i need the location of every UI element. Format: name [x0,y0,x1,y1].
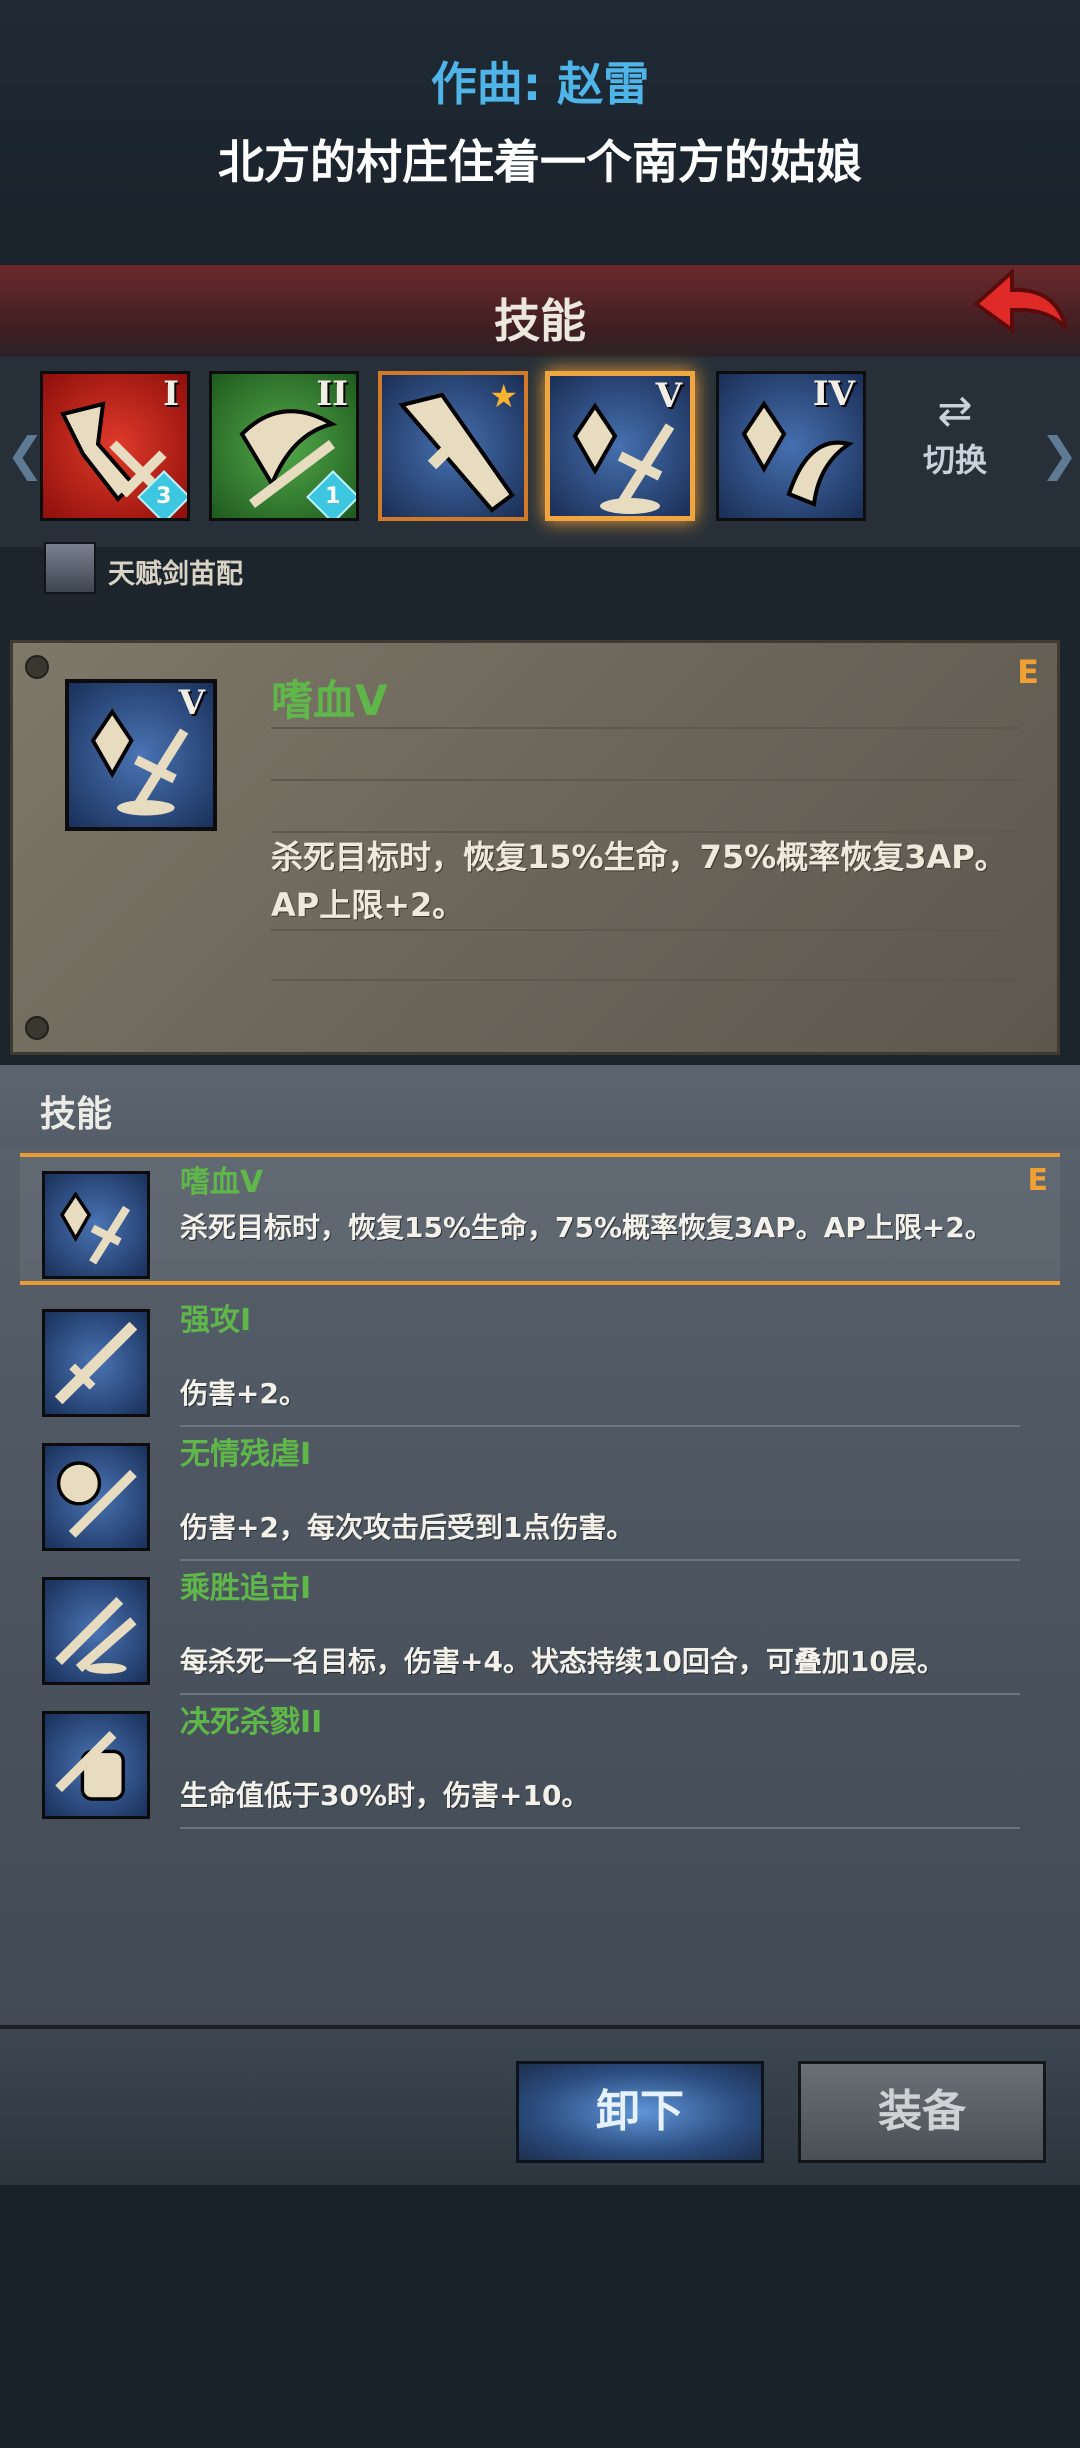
caption-composer: 作曲: 赵雷 [430,57,650,111]
action-bar: 卸下 装备 [0,2025,1080,2189]
equipped-skill-row: ❮ I 3 II 1 ★ V IV ⇄ 切换 ❯ [0,357,1080,547]
crystal-sword-icon [42,1171,150,1279]
detail-skill-name: 嗜血V [271,676,388,725]
skill-list-header: 技能 [0,1065,1080,1147]
detail-description: 杀死目标时，恢复15%生命，75%概率恢复3AP。AP上限+2。 [271,838,1007,924]
slot-roman: V [655,376,682,416]
skill-detail-icon: V [65,679,217,831]
skill-slot-4[interactable]: V [545,371,695,521]
detail-grade: E [1017,653,1039,691]
skill-detail-panel: V 嗜血V E 杀死目标时，恢复15%生命，75%概率恢复3AP。AP上限+2。 [10,640,1060,1055]
caption-lyric: 北方的村庄住着一个南方的姑娘 [218,135,862,189]
detail-roman: V [178,683,205,723]
pin-icon [25,1016,49,1040]
skill-slot-2[interactable]: II 1 [209,371,359,521]
skill-description: 杀死目标时，恢复15%生命，75%概率恢复3AP。AP上限+2。 [180,1211,993,1244]
back-button[interactable] [968,262,1072,346]
skill-slot-1[interactable]: I 3 [40,371,190,521]
bottom-background [0,2185,1080,2448]
divider [271,979,1021,981]
unload-button[interactable]: 卸下 [516,2061,764,2163]
skill-list-title: 技能 [40,1094,113,1135]
skill-description: 生命值低于30%时，伤害+10。 [180,1779,590,1812]
list-item[interactable]: 决死杀戮II 生命值低于30%时，伤害+10。 [20,1697,1060,1829]
list-item[interactable]: 无情残虐I 伤害+2，每次攻击后受到1点伤害。 [20,1429,1060,1561]
skill-grade: E [1027,1163,1049,1198]
skill-name: 无情残虐I [180,1437,312,1472]
list-item[interactable]: 强攻I 伤害+2。 [20,1295,1060,1427]
chevron-left-icon[interactable]: ❮ [6,427,45,481]
divider [180,1693,1020,1695]
list-item[interactable]: 乘胜追击I 每杀死一名目标，伤害+4。状态持续10回合，可叠加10层。 [20,1563,1060,1695]
skill-name: 决死杀戮II [180,1705,323,1740]
chevron-right-icon[interactable]: ❯ [1040,427,1079,481]
avatar [44,542,96,594]
divider [180,1425,1020,1427]
sword-strike-icon [42,1309,150,1417]
list-item[interactable]: 嗜血V 杀死目标时，恢复15%生命，75%概率恢复3AP。AP上限+2。 E [20,1153,1060,1285]
skull-swords-icon [42,1443,150,1551]
skill-description: 伤害+2。 [180,1377,307,1410]
talent-label: 天赋剑苗配 [108,559,243,590]
swap-arrows-icon: ⇄ [937,386,973,435]
skill-description: 每杀死一名目标，伤害+4。状态持续10回合，可叠加10层。 [180,1645,945,1678]
divider [180,1827,1020,1829]
skill-description: 伤害+2，每次攻击后受到1点伤害。 [180,1511,635,1544]
switch-button[interactable]: ⇄ 切换 [905,387,1005,507]
skill-name: 嗜血V [180,1165,264,1200]
fist-sword-icon [42,1711,150,1819]
page-title: 技能 [494,294,586,348]
skill-slot-3[interactable]: ★ [378,371,528,521]
slot-roman: IV [812,374,855,414]
lyrics-caption-area: 作曲: 赵雷 北方的村庄住着一个南方的姑娘 [0,0,1080,265]
switch-label: 切换 [922,441,987,479]
equip-button[interactable]: 装备 [798,2061,1046,2163]
skill-name: 乘胜追击I [180,1571,312,1606]
pin-icon [25,655,49,679]
divider [271,779,1021,781]
divider [271,929,1021,931]
crossed-swords-icon [42,1577,150,1685]
slot-roman: I [163,374,179,414]
divider [180,1559,1020,1561]
skill-list: 技能 嗜血V 杀死目标时，恢复15%生命，75%概率恢复3AP。AP上限+2。 … [0,1065,1080,2025]
divider [271,727,1021,729]
back-arrow-icon [972,267,1068,334]
skill-slot-5[interactable]: IV [716,371,866,521]
skill-name: 强攻I [180,1303,252,1338]
slot-roman: II [316,374,348,414]
star-icon: ★ [489,377,518,415]
title-bar: 技能 [0,265,1080,360]
